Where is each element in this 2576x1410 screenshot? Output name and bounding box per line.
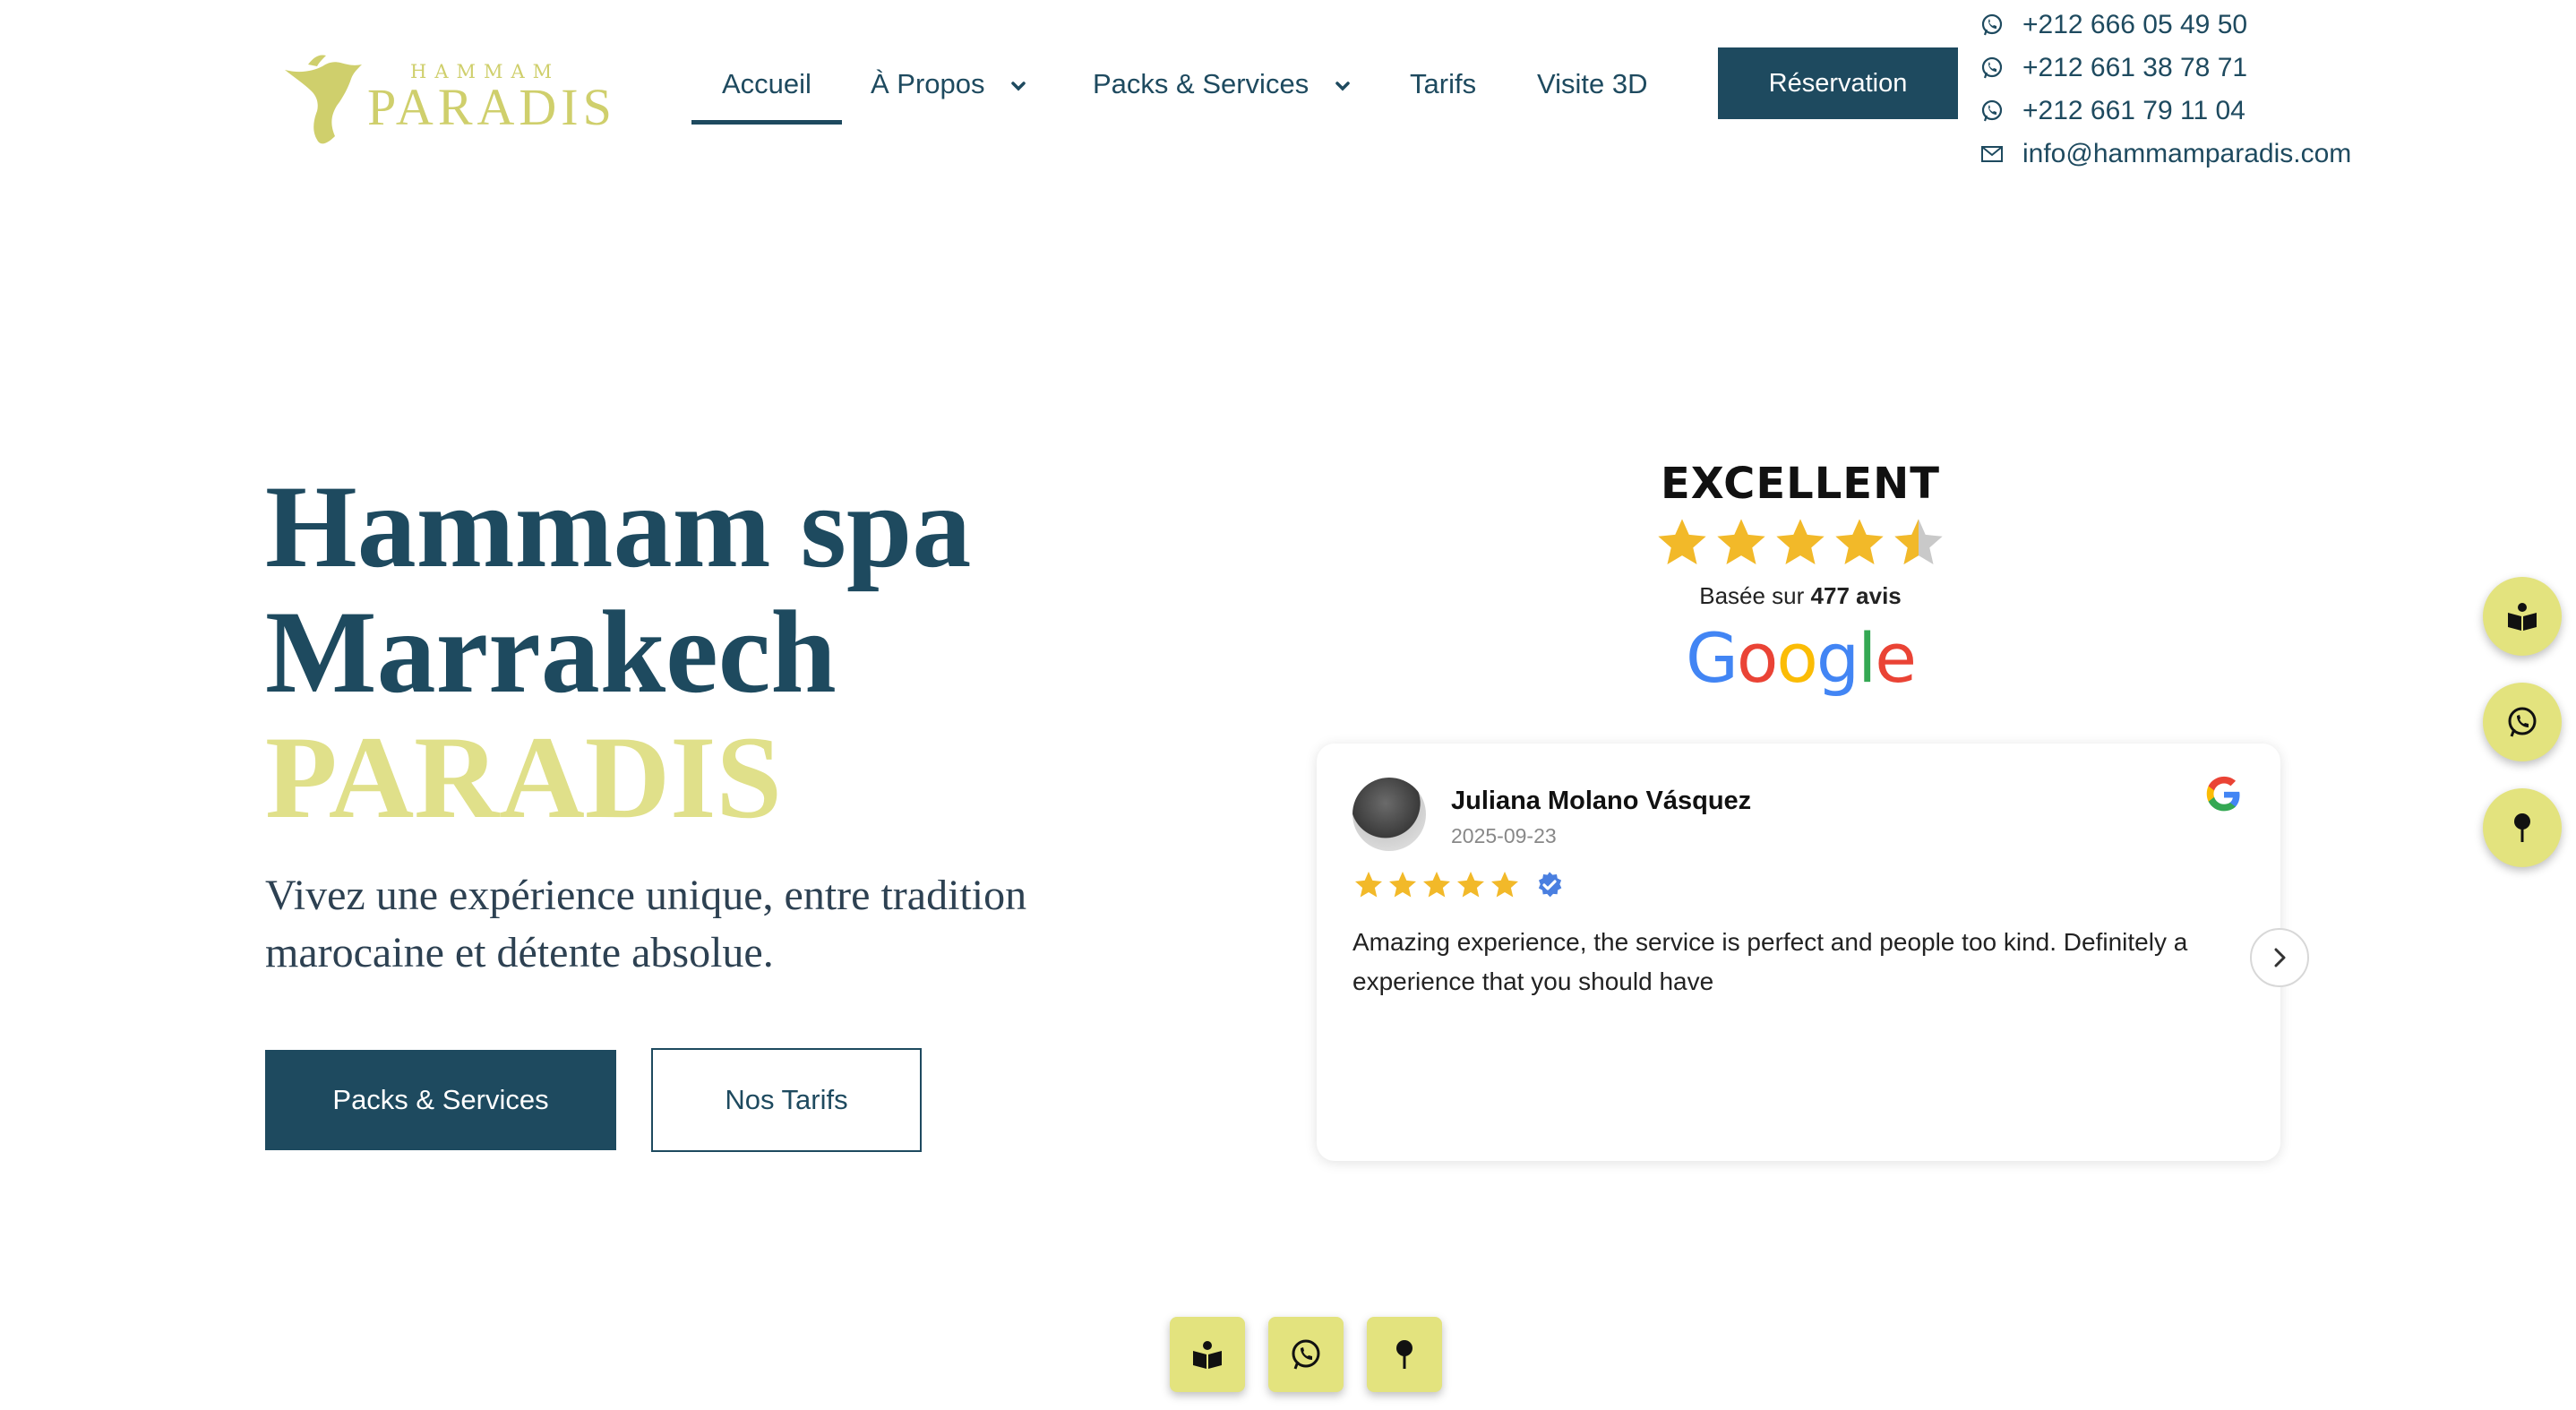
packs-services-button[interactable]: Packs & Services bbox=[265, 1050, 616, 1150]
nav-item-label: Packs & Services bbox=[1093, 68, 1309, 99]
rating-stars bbox=[1630, 514, 1971, 572]
hero-title-line-1: Hammam spa bbox=[265, 460, 972, 592]
nav-item-label: À Propos bbox=[871, 68, 985, 99]
nav-item-label: Visite 3D bbox=[1537, 68, 1648, 99]
bottom-whatsapp-button[interactable] bbox=[1268, 1317, 1344, 1392]
chevron-down-icon bbox=[1335, 82, 1350, 91]
star-icon bbox=[1355, 872, 1382, 898]
whatsapp-icon bbox=[1981, 13, 2003, 36]
logo[interactable]: HAMMAM PARADIS bbox=[281, 50, 612, 149]
review-card: Juliana Molano Vásquez 2025-09-23 Amazin… bbox=[1317, 744, 2280, 1161]
map-pin-icon bbox=[2514, 813, 2530, 842]
reviewer-avatar bbox=[1352, 778, 1426, 851]
hero-title-line-2: Marrakech bbox=[265, 586, 837, 718]
star-icon bbox=[1423, 872, 1450, 898]
nav-item-a-propos[interactable]: À Propos bbox=[871, 68, 1026, 100]
google-logo: Google bbox=[1685, 618, 1917, 698]
phone-number: +212 661 79 11 04 bbox=[2022, 96, 2245, 125]
bottom-location-button[interactable] bbox=[1367, 1317, 1442, 1392]
contact-phone-3[interactable]: +212 661 79 11 04 bbox=[1979, 90, 2351, 133]
logo-main-text: PARADIS bbox=[367, 78, 616, 136]
chevron-down-icon bbox=[1011, 82, 1026, 91]
rating-based-on: Basée sur 477 avis bbox=[1630, 582, 1971, 610]
hero-subtitle: Vivez une expérience unique, entre tradi… bbox=[265, 872, 1027, 976]
rating-summary: EXCELLENT Basée sur 477 avis Google bbox=[1630, 459, 1971, 694]
google-g-icon bbox=[2206, 776, 2240, 812]
nav-item-packs-services[interactable]: Packs & Services bbox=[1093, 68, 1351, 100]
verified-badge-icon bbox=[1538, 872, 1562, 898]
whatsapp-icon bbox=[1292, 1339, 1320, 1370]
nav-item-tarifs[interactable]: Tarifs bbox=[1410, 68, 1476, 100]
nos-tarifs-button[interactable]: Nos Tarifs bbox=[651, 1048, 922, 1152]
nav-active-indicator bbox=[691, 120, 842, 125]
side-location-button[interactable] bbox=[2483, 788, 2562, 867]
hummingbird-logo-icon bbox=[285, 55, 362, 144]
star-icon bbox=[1658, 519, 1706, 564]
star-icon bbox=[1717, 519, 1765, 564]
email-address: info@hammamparadis.com bbox=[2022, 139, 2352, 168]
review-text: Amazing experience, the service is perfe… bbox=[1352, 928, 2188, 995]
star-icon bbox=[1776, 519, 1825, 564]
hero-title: Hammam spa Marrakech PARADIS bbox=[265, 464, 971, 840]
rating-label: EXCELLENT bbox=[1661, 459, 1940, 509]
reviewer-name: Juliana Molano Vásquez bbox=[1451, 787, 1752, 815]
side-book-button[interactable] bbox=[2483, 577, 2562, 656]
book-icon bbox=[1193, 1341, 1222, 1369]
side-whatsapp-button[interactable] bbox=[2483, 683, 2562, 761]
bottom-book-button[interactable] bbox=[1170, 1317, 1245, 1392]
phone-number: +212 661 38 78 71 bbox=[2022, 53, 2248, 82]
nav-item-visite-3d[interactable]: Visite 3D bbox=[1537, 68, 1648, 100]
hero-title-accent: PARADIS bbox=[265, 711, 782, 843]
review-date: 2025-09-23 bbox=[1451, 824, 1557, 847]
whatsapp-icon bbox=[1981, 99, 2003, 122]
nav-item-label: Accueil bbox=[722, 68, 811, 99]
mail-icon bbox=[1981, 146, 2003, 162]
half-star-icon bbox=[1894, 519, 1943, 564]
star-icon bbox=[1457, 872, 1484, 898]
contact-phone-1[interactable]: +212 666 05 49 50 bbox=[1979, 4, 2351, 47]
rating-review-count: 477 avis bbox=[1810, 582, 1902, 609]
review-stars bbox=[1352, 869, 1564, 901]
nav-item-accueil[interactable]: Accueil bbox=[722, 68, 811, 100]
map-pin-icon bbox=[1396, 1340, 1413, 1369]
whatsapp-icon bbox=[1981, 56, 2003, 79]
rating-based-prefix: Basée sur bbox=[1699, 582, 1805, 609]
nav-item-label: Tarifs bbox=[1410, 68, 1477, 99]
star-icon bbox=[1491, 872, 1518, 898]
contact-email[interactable]: info@hammamparadis.com bbox=[1979, 133, 2351, 176]
next-review-button[interactable] bbox=[2250, 928, 2309, 987]
reservation-button[interactable]: Réservation bbox=[1718, 47, 1958, 119]
contact-phone-2[interactable]: +212 661 38 78 71 bbox=[1979, 47, 2351, 90]
contact-list: +212 666 05 49 50 +212 661 38 78 71 +212… bbox=[1979, 4, 2351, 176]
star-icon bbox=[1389, 872, 1416, 898]
chevron-right-icon bbox=[2274, 948, 2286, 967]
whatsapp-icon bbox=[2508, 707, 2537, 737]
star-icon bbox=[1835, 519, 1884, 564]
phone-number: +212 666 05 49 50 bbox=[2022, 10, 2248, 39]
book-icon bbox=[2508, 603, 2537, 631]
